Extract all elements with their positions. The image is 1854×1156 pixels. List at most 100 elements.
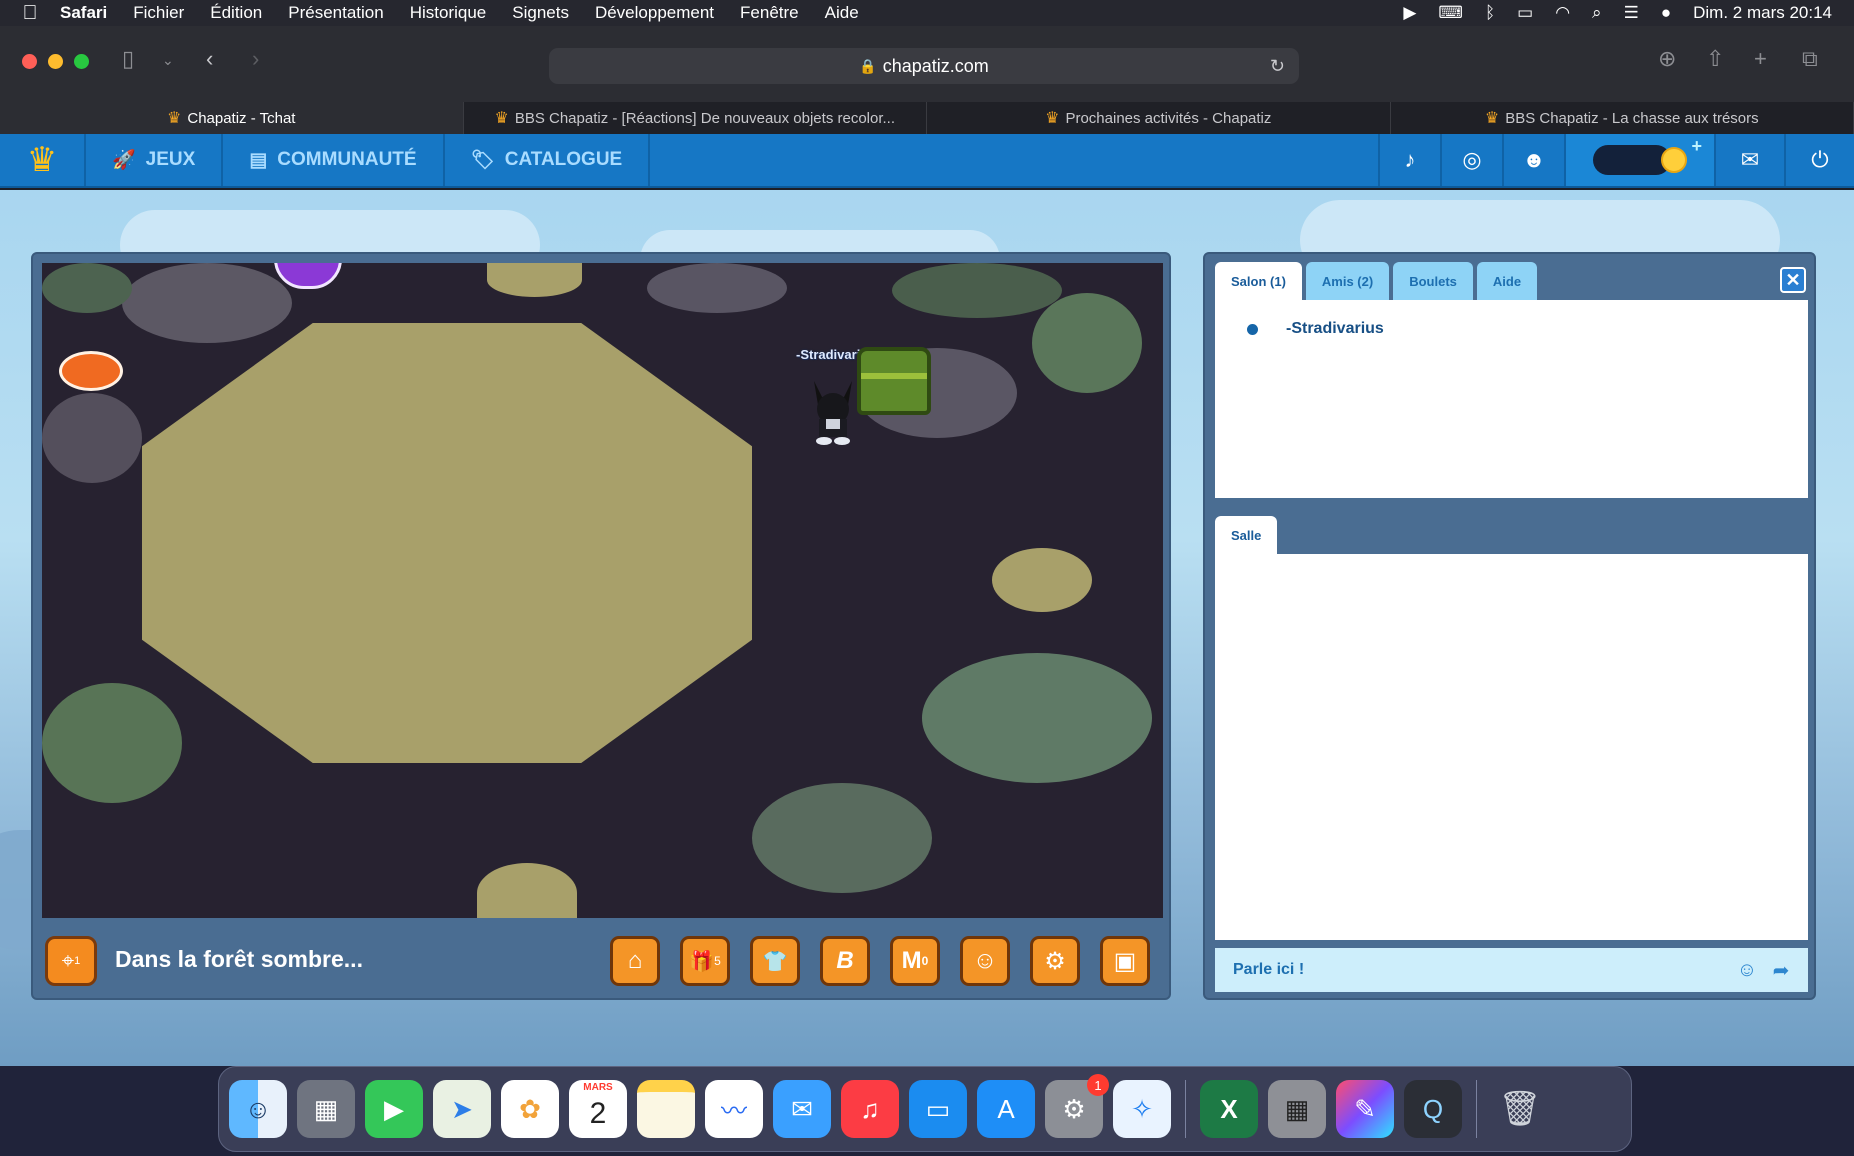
maps-icon[interactable]: ➤ bbox=[433, 1080, 491, 1138]
chevron-down-icon[interactable]: ⌄ bbox=[162, 52, 174, 69]
user-account-badge[interactable]: + bbox=[1564, 134, 1714, 186]
nav-catalogue-label: CATALOGUE bbox=[504, 149, 623, 170]
excel-icon[interactable]: X bbox=[1200, 1080, 1258, 1138]
nav-communaute[interactable]: ▤ COMMUNAUTÉ bbox=[223, 134, 445, 186]
tab-amis[interactable]: Amis (2) bbox=[1305, 262, 1390, 300]
settings-button[interactable]: ⚙ bbox=[1030, 936, 1080, 986]
tab-salle[interactable]: Salle bbox=[1215, 516, 1278, 554]
freeform-icon[interactable]: 〰 bbox=[705, 1080, 763, 1138]
bazar-button[interactable]: B bbox=[820, 936, 870, 986]
discord-icon[interactable]: ☻ bbox=[1502, 134, 1564, 186]
menu-historique[interactable]: Historique bbox=[410, 3, 487, 23]
radio-button[interactable]: ▣ bbox=[1100, 936, 1150, 986]
menu-signets[interactable]: Signets bbox=[512, 3, 569, 23]
dock-separator bbox=[1185, 1080, 1186, 1138]
spotlight-search-icon[interactable]: ⌕ bbox=[1592, 3, 1602, 23]
browser-tab-bar: ♛ Chapatiz - Tchat ♛ BBS Chapatiz - [Réact… bbox=[0, 102, 1854, 134]
menu-aide[interactable]: Aide bbox=[825, 3, 859, 23]
treasure-chest[interactable] bbox=[857, 347, 931, 415]
sidebar-toggle-icon[interactable]: ▯ bbox=[122, 46, 134, 72]
send-arrow-icon[interactable]: ➦ bbox=[1764, 958, 1798, 983]
downloads-icon[interactable]: ⊕ bbox=[1658, 46, 1676, 72]
tab-aide[interactable]: Aide bbox=[1476, 262, 1538, 300]
address-bar[interactable]: 🔒 chapatiz.com ↻ bbox=[549, 48, 1299, 84]
bluetooth-icon[interactable]: ᛒ bbox=[1485, 3, 1495, 23]
minimize-window-button[interactable] bbox=[48, 54, 63, 69]
emoji-icon[interactable]: ☺ bbox=[1730, 959, 1764, 982]
tab-salon[interactable]: Salon (1) bbox=[1215, 262, 1302, 300]
mail-app-icon[interactable]: ✉ bbox=[773, 1080, 831, 1138]
player-avatar[interactable] bbox=[804, 375, 862, 447]
chapatiz-crown-logo[interactable]: ♛ bbox=[0, 134, 86, 186]
keyboard-icon[interactable]: ⌨ bbox=[1438, 3, 1463, 23]
messages-button[interactable]: M0 bbox=[890, 936, 940, 986]
list-item[interactable]: -Stradivarius bbox=[1247, 320, 1384, 338]
battery-icon[interactable]: ▭ bbox=[1517, 3, 1533, 23]
macos-menubar:  Safari Fichier Édition Présentation Hi… bbox=[0, 0, 1854, 26]
menu-edition[interactable]: Édition bbox=[210, 3, 262, 23]
trash-icon[interactable]: 🗑 bbox=[1491, 1080, 1549, 1138]
browser-tab[interactable]: ♛ BBS Chapatiz - [Réactions] De nouveaux … bbox=[464, 102, 927, 134]
control-center-icon[interactable]: ☰ bbox=[1624, 3, 1639, 23]
wifi-icon[interactable]: ◠ bbox=[1555, 3, 1570, 23]
friends-button[interactable]: ☺ bbox=[960, 936, 1010, 986]
dock-separator bbox=[1476, 1080, 1477, 1138]
play-status-icon[interactable]: ▶ bbox=[1403, 3, 1416, 23]
launchpad-icon[interactable]: ▦ bbox=[297, 1080, 355, 1138]
tiktok-icon[interactable]: ♪ bbox=[1378, 134, 1440, 186]
quicktime-icon[interactable]: Q bbox=[1404, 1080, 1462, 1138]
close-chat-button[interactable]: ✕ bbox=[1780, 267, 1806, 293]
menu-app-name[interactable]: Safari bbox=[60, 3, 107, 23]
calendar-icon[interactable]: MARS 2 bbox=[569, 1080, 627, 1138]
app-store-icon[interactable]: A bbox=[977, 1080, 1035, 1138]
tag-icon: 🏷 bbox=[470, 150, 495, 171]
reload-icon[interactable]: ↻ bbox=[1270, 56, 1285, 77]
menu-fenetre[interactable]: Fenêtre bbox=[740, 3, 799, 23]
system-settings-icon[interactable]: ⚙ 1 bbox=[1045, 1074, 1109, 1138]
notes-icon[interactable] bbox=[637, 1080, 695, 1138]
power-icon[interactable]: ⏻ bbox=[1784, 134, 1854, 186]
forward-icon[interactable]: › bbox=[252, 46, 259, 72]
browser-tab[interactable]: ♛ Prochaines activités - Chapatiz bbox=[927, 102, 1391, 134]
orange-bat-sign-icon[interactable] bbox=[59, 351, 123, 391]
facetime-icon[interactable]: ▶ bbox=[365, 1080, 423, 1138]
photos-icon[interactable]: ✿ bbox=[501, 1080, 559, 1138]
share-icon[interactable]: ⇧ bbox=[1706, 46, 1724, 72]
forest-clearing bbox=[142, 323, 752, 763]
color-picker-icon[interactable]: ✎ bbox=[1336, 1080, 1394, 1138]
home-button[interactable]: ⌂ bbox=[610, 936, 660, 986]
purple-portal-icon[interactable] bbox=[274, 263, 342, 289]
new-tab-icon[interactable]: + bbox=[1754, 46, 1767, 72]
menu-fichier[interactable]: Fichier bbox=[133, 3, 184, 23]
tab-boulets[interactable]: Boulets bbox=[1393, 262, 1473, 300]
menu-presentation[interactable]: Présentation bbox=[288, 3, 383, 23]
tab-overview-icon[interactable]: ⧉ bbox=[1802, 46, 1818, 72]
music-icon[interactable]: ♫ bbox=[841, 1080, 899, 1138]
room-toolbar: ⌖ 1 Dans la forêt sombre... ⌂ 🎁 5 👕 B M0 ☺… bbox=[33, 918, 1173, 1002]
game-viewport[interactable]: -Stradivarius bbox=[42, 263, 1163, 918]
zoom-window-button[interactable] bbox=[74, 54, 89, 69]
browser-tab[interactable]: ♛ Chapatiz - Tchat bbox=[0, 102, 464, 134]
calculator-icon[interactable]: ▦ bbox=[1268, 1080, 1326, 1138]
instagram-icon[interactable]: ◎ bbox=[1440, 134, 1502, 186]
gifts-button[interactable]: 🎁 5 bbox=[680, 936, 730, 986]
browser-tab[interactable]: ♛ BBS Chapatiz - La chasse aux trésors bbox=[1391, 102, 1854, 134]
keynote-icon[interactable]: ▭ bbox=[909, 1080, 967, 1138]
menubar-clock[interactable]: Dim. 2 mars 20:14 bbox=[1693, 3, 1832, 23]
close-window-button[interactable] bbox=[22, 54, 37, 69]
menu-developpement[interactable]: Développement bbox=[595, 3, 714, 23]
mail-icon[interactable]: ✉ bbox=[1714, 134, 1784, 186]
url-text: chapatiz.com bbox=[882, 55, 989, 76]
nav-catalogue[interactable]: 🏷 CATALOGUE bbox=[445, 134, 651, 186]
siri-icon[interactable]: ● bbox=[1661, 3, 1671, 23]
room-location-icon[interactable]: ⌖ 1 bbox=[45, 936, 97, 986]
back-icon[interactable]: ‹ bbox=[206, 46, 213, 72]
safari-icon[interactable]: ✧ bbox=[1113, 1080, 1171, 1138]
chat-message-input[interactable] bbox=[1215, 948, 1730, 992]
add-coins-icon[interactable]: + bbox=[1691, 136, 1702, 157]
apple-menu-icon[interactable]:  bbox=[0, 2, 60, 25]
wardrobe-button[interactable]: 👕 bbox=[750, 936, 800, 986]
nav-jeux[interactable]: 🚀 JEUX bbox=[86, 134, 224, 186]
finder-icon[interactable]: ☺ bbox=[229, 1080, 287, 1138]
